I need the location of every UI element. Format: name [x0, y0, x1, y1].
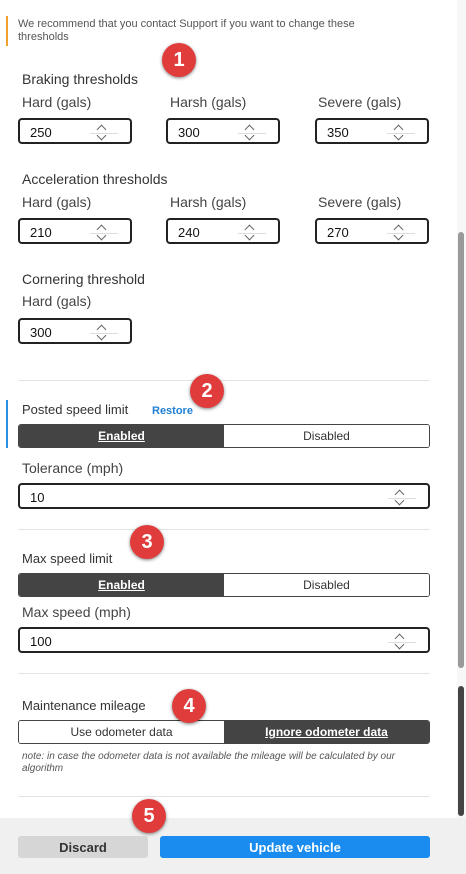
braking-harsh-stepper[interactable]: 300: [166, 118, 280, 144]
braking-severe-label: Severe (gals): [318, 94, 402, 110]
max-speed-enabled[interactable]: Enabled: [19, 574, 224, 596]
braking-severe-stepper[interactable]: 350: [315, 118, 429, 144]
scrollbar-thumb[interactable]: [458, 232, 464, 668]
acceleration-hard-value: 210: [30, 225, 52, 240]
use-odometer-option[interactable]: Use odometer data: [19, 721, 224, 743]
max-speed-title: Max speed limit: [22, 551, 113, 566]
update-vehicle-button[interactable]: Update vehicle: [160, 836, 430, 858]
braking-severe-value: 350: [327, 125, 349, 140]
tolerance-stepper[interactable]: 10: [18, 483, 430, 509]
braking-harsh-value: 300: [178, 125, 200, 140]
braking-hard-label: Hard (gals): [22, 94, 92, 110]
stepper-arrows-icon[interactable]: [387, 222, 415, 242]
stepper-arrows-icon[interactable]: [388, 631, 416, 651]
stepper-arrows-icon[interactable]: [387, 122, 415, 142]
acceleration-severe-stepper[interactable]: 270: [315, 218, 429, 244]
acceleration-title: Acceleration thresholds: [22, 171, 168, 187]
max-speed-disabled[interactable]: Disabled: [224, 574, 429, 596]
stepper-arrows-icon[interactable]: [90, 322, 118, 342]
posted-speed-toggle[interactable]: Enabled Disabled: [18, 424, 430, 448]
posted-speed-disabled[interactable]: Disabled: [224, 425, 429, 447]
braking-title: Braking thresholds: [22, 71, 138, 87]
acceleration-severe-label: Severe (gals): [318, 194, 402, 210]
max-speed-label: Max speed (mph): [22, 604, 131, 620]
callout-badge-4: 4: [172, 689, 206, 723]
restore-link[interactable]: Restore: [152, 405, 193, 417]
braking-hard-value: 250: [30, 125, 52, 140]
scrollbar-thumb-secondary[interactable]: [458, 686, 464, 816]
cornering-hard-value: 300: [30, 325, 52, 340]
tolerance-value: 10: [30, 490, 45, 505]
maintenance-toggle[interactable]: Use odometer data Ignore odometer data: [18, 720, 430, 744]
maintenance-note: note: in case the odometer data is not a…: [22, 751, 396, 774]
stepper-arrows-icon[interactable]: [90, 222, 118, 242]
callout-badge-5: 5: [132, 799, 166, 833]
posted-speed-title: Posted speed limit: [22, 402, 129, 417]
notice-accent: [6, 16, 8, 46]
maintenance-title: Maintenance mileage: [22, 698, 146, 713]
divider: [18, 529, 430, 530]
ignore-odometer-option[interactable]: Ignore odometer data: [224, 721, 429, 743]
stepper-arrows-icon[interactable]: [388, 487, 416, 507]
acceleration-harsh-stepper[interactable]: 240: [166, 218, 280, 244]
tolerance-label: Tolerance (mph): [22, 460, 124, 476]
acceleration-harsh-label: Harsh (gals): [170, 194, 247, 210]
acceleration-harsh-value: 240: [178, 225, 200, 240]
acceleration-severe-value: 270: [327, 225, 349, 240]
posted-speed-accent: [6, 400, 8, 448]
stepper-arrows-icon[interactable]: [90, 122, 118, 142]
braking-harsh-label: Harsh (gals): [170, 94, 247, 110]
callout-badge-2: 2: [190, 374, 224, 408]
divider: [18, 380, 430, 381]
max-speed-stepper[interactable]: 100: [18, 627, 430, 653]
posted-speed-enabled[interactable]: Enabled: [19, 425, 224, 447]
acceleration-hard-stepper[interactable]: 210: [18, 218, 132, 244]
notice-text: We recommend that you contact Support if…: [18, 18, 355, 43]
cornering-hard-label: Hard (gals): [22, 293, 92, 309]
divider: [18, 673, 430, 674]
cornering-title: Cornering threshold: [22, 271, 145, 287]
max-speed-value: 100: [30, 634, 52, 649]
max-speed-toggle[interactable]: Enabled Disabled: [18, 573, 430, 597]
braking-hard-stepper[interactable]: 250: [18, 118, 132, 144]
divider: [18, 796, 430, 797]
discard-button[interactable]: Discard: [18, 836, 148, 858]
acceleration-hard-label: Hard (gals): [22, 194, 92, 210]
stepper-arrows-icon[interactable]: [238, 122, 266, 142]
cornering-hard-stepper[interactable]: 300: [18, 318, 132, 344]
stepper-arrows-icon[interactable]: [238, 222, 266, 242]
callout-badge-3: 3: [130, 525, 164, 559]
callout-badge-1: 1: [162, 43, 196, 77]
